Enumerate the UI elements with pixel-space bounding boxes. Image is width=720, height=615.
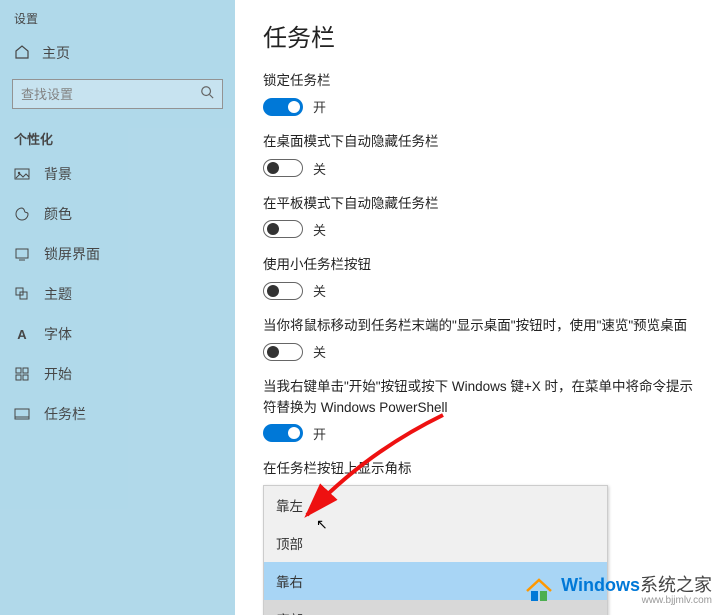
setting-label-badges: 在任务栏按钮上显示角标 bbox=[263, 459, 696, 479]
toggle-state-text: 关 bbox=[313, 220, 326, 239]
app-label: 设置 bbox=[0, 10, 235, 35]
watermark-url: www.bjjmlv.com bbox=[642, 595, 712, 606]
lockscreen-icon bbox=[14, 246, 30, 262]
theme-icon bbox=[14, 286, 30, 302]
search-box[interactable] bbox=[12, 79, 223, 109]
sidebar-item-start[interactable]: 开始 bbox=[0, 354, 235, 394]
toggle-small-buttons[interactable] bbox=[263, 282, 303, 300]
setting-label-autohide-desktop: 在桌面模式下自动隐藏任务栏 bbox=[263, 132, 696, 152]
main-content: 任务栏 锁定任务栏 开 在桌面模式下自动隐藏任务栏 关 在平板模式下自动隐藏任务… bbox=[235, 0, 720, 615]
toggle-state-text: 开 bbox=[313, 97, 326, 116]
setting-label-powershell: 当我右键单击"开始"按钮或按下 Windows 键+X 时，在菜单中将命令提示符… bbox=[263, 377, 696, 418]
sidebar-item-themes[interactable]: 主题 bbox=[0, 274, 235, 314]
watermark-text: Windows系统之家 bbox=[561, 576, 712, 596]
toggle-peek[interactable] bbox=[263, 343, 303, 361]
sidebar: 设置 主页 个性化 背景 颜色 锁屏界面 主题 bbox=[0, 0, 235, 615]
sidebar-item-label: 开始 bbox=[44, 364, 72, 384]
section-title: 个性化 bbox=[0, 121, 235, 154]
start-icon bbox=[14, 366, 30, 382]
sidebar-item-label: 主题 bbox=[44, 284, 72, 304]
sidebar-item-taskbar[interactable]: 任务栏 bbox=[0, 394, 235, 434]
home-nav[interactable]: 主页 bbox=[0, 35, 235, 71]
setting-label-peek: 当你将鼠标移动到任务栏末端的"显示桌面"按钮时，使用"速览"预览桌面 bbox=[263, 316, 696, 336]
sidebar-item-background[interactable]: 背景 bbox=[0, 154, 235, 194]
sidebar-item-label: 任务栏 bbox=[44, 404, 86, 424]
house-logo-icon bbox=[523, 575, 555, 607]
sidebar-item-label: 字体 bbox=[44, 324, 72, 344]
search-input[interactable] bbox=[21, 87, 200, 102]
watermark: Windows系统之家 www.bjjmlv.com bbox=[523, 575, 712, 607]
toggle-state-text: 关 bbox=[313, 159, 326, 178]
toggle-powershell[interactable] bbox=[263, 424, 303, 442]
picture-icon bbox=[14, 166, 30, 182]
sidebar-item-label: 颜色 bbox=[44, 204, 72, 224]
dropdown-option-top[interactable]: 顶部 bbox=[264, 524, 607, 562]
toggle-autohide-desktop[interactable] bbox=[263, 159, 303, 177]
search-icon bbox=[200, 85, 214, 104]
toggle-autohide-tablet[interactable] bbox=[263, 220, 303, 238]
dropdown-option-left[interactable]: 靠左 bbox=[264, 486, 607, 524]
sidebar-item-colors[interactable]: 颜色 bbox=[0, 194, 235, 234]
toggle-state-text: 关 bbox=[313, 342, 326, 361]
palette-icon bbox=[14, 206, 30, 222]
sidebar-item-fonts[interactable]: A 字体 bbox=[0, 314, 235, 354]
toggle-lock-taskbar[interactable] bbox=[263, 98, 303, 116]
sidebar-item-label: 锁屏界面 bbox=[44, 244, 100, 264]
setting-label-autohide-tablet: 在平板模式下自动隐藏任务栏 bbox=[263, 194, 696, 214]
toggle-state-text: 开 bbox=[313, 424, 326, 443]
home-label: 主页 bbox=[42, 43, 70, 63]
home-icon bbox=[14, 44, 30, 63]
sidebar-item-lockscreen[interactable]: 锁屏界面 bbox=[0, 234, 235, 274]
taskbar-icon bbox=[14, 406, 30, 422]
page-title: 任务栏 bbox=[263, 18, 696, 53]
setting-label-small-buttons: 使用小任务栏按钮 bbox=[263, 255, 696, 275]
sidebar-item-label: 背景 bbox=[44, 164, 72, 184]
toggle-state-text: 关 bbox=[313, 281, 326, 300]
font-icon: A bbox=[14, 326, 30, 342]
setting-label-lock: 锁定任务栏 bbox=[263, 71, 696, 91]
